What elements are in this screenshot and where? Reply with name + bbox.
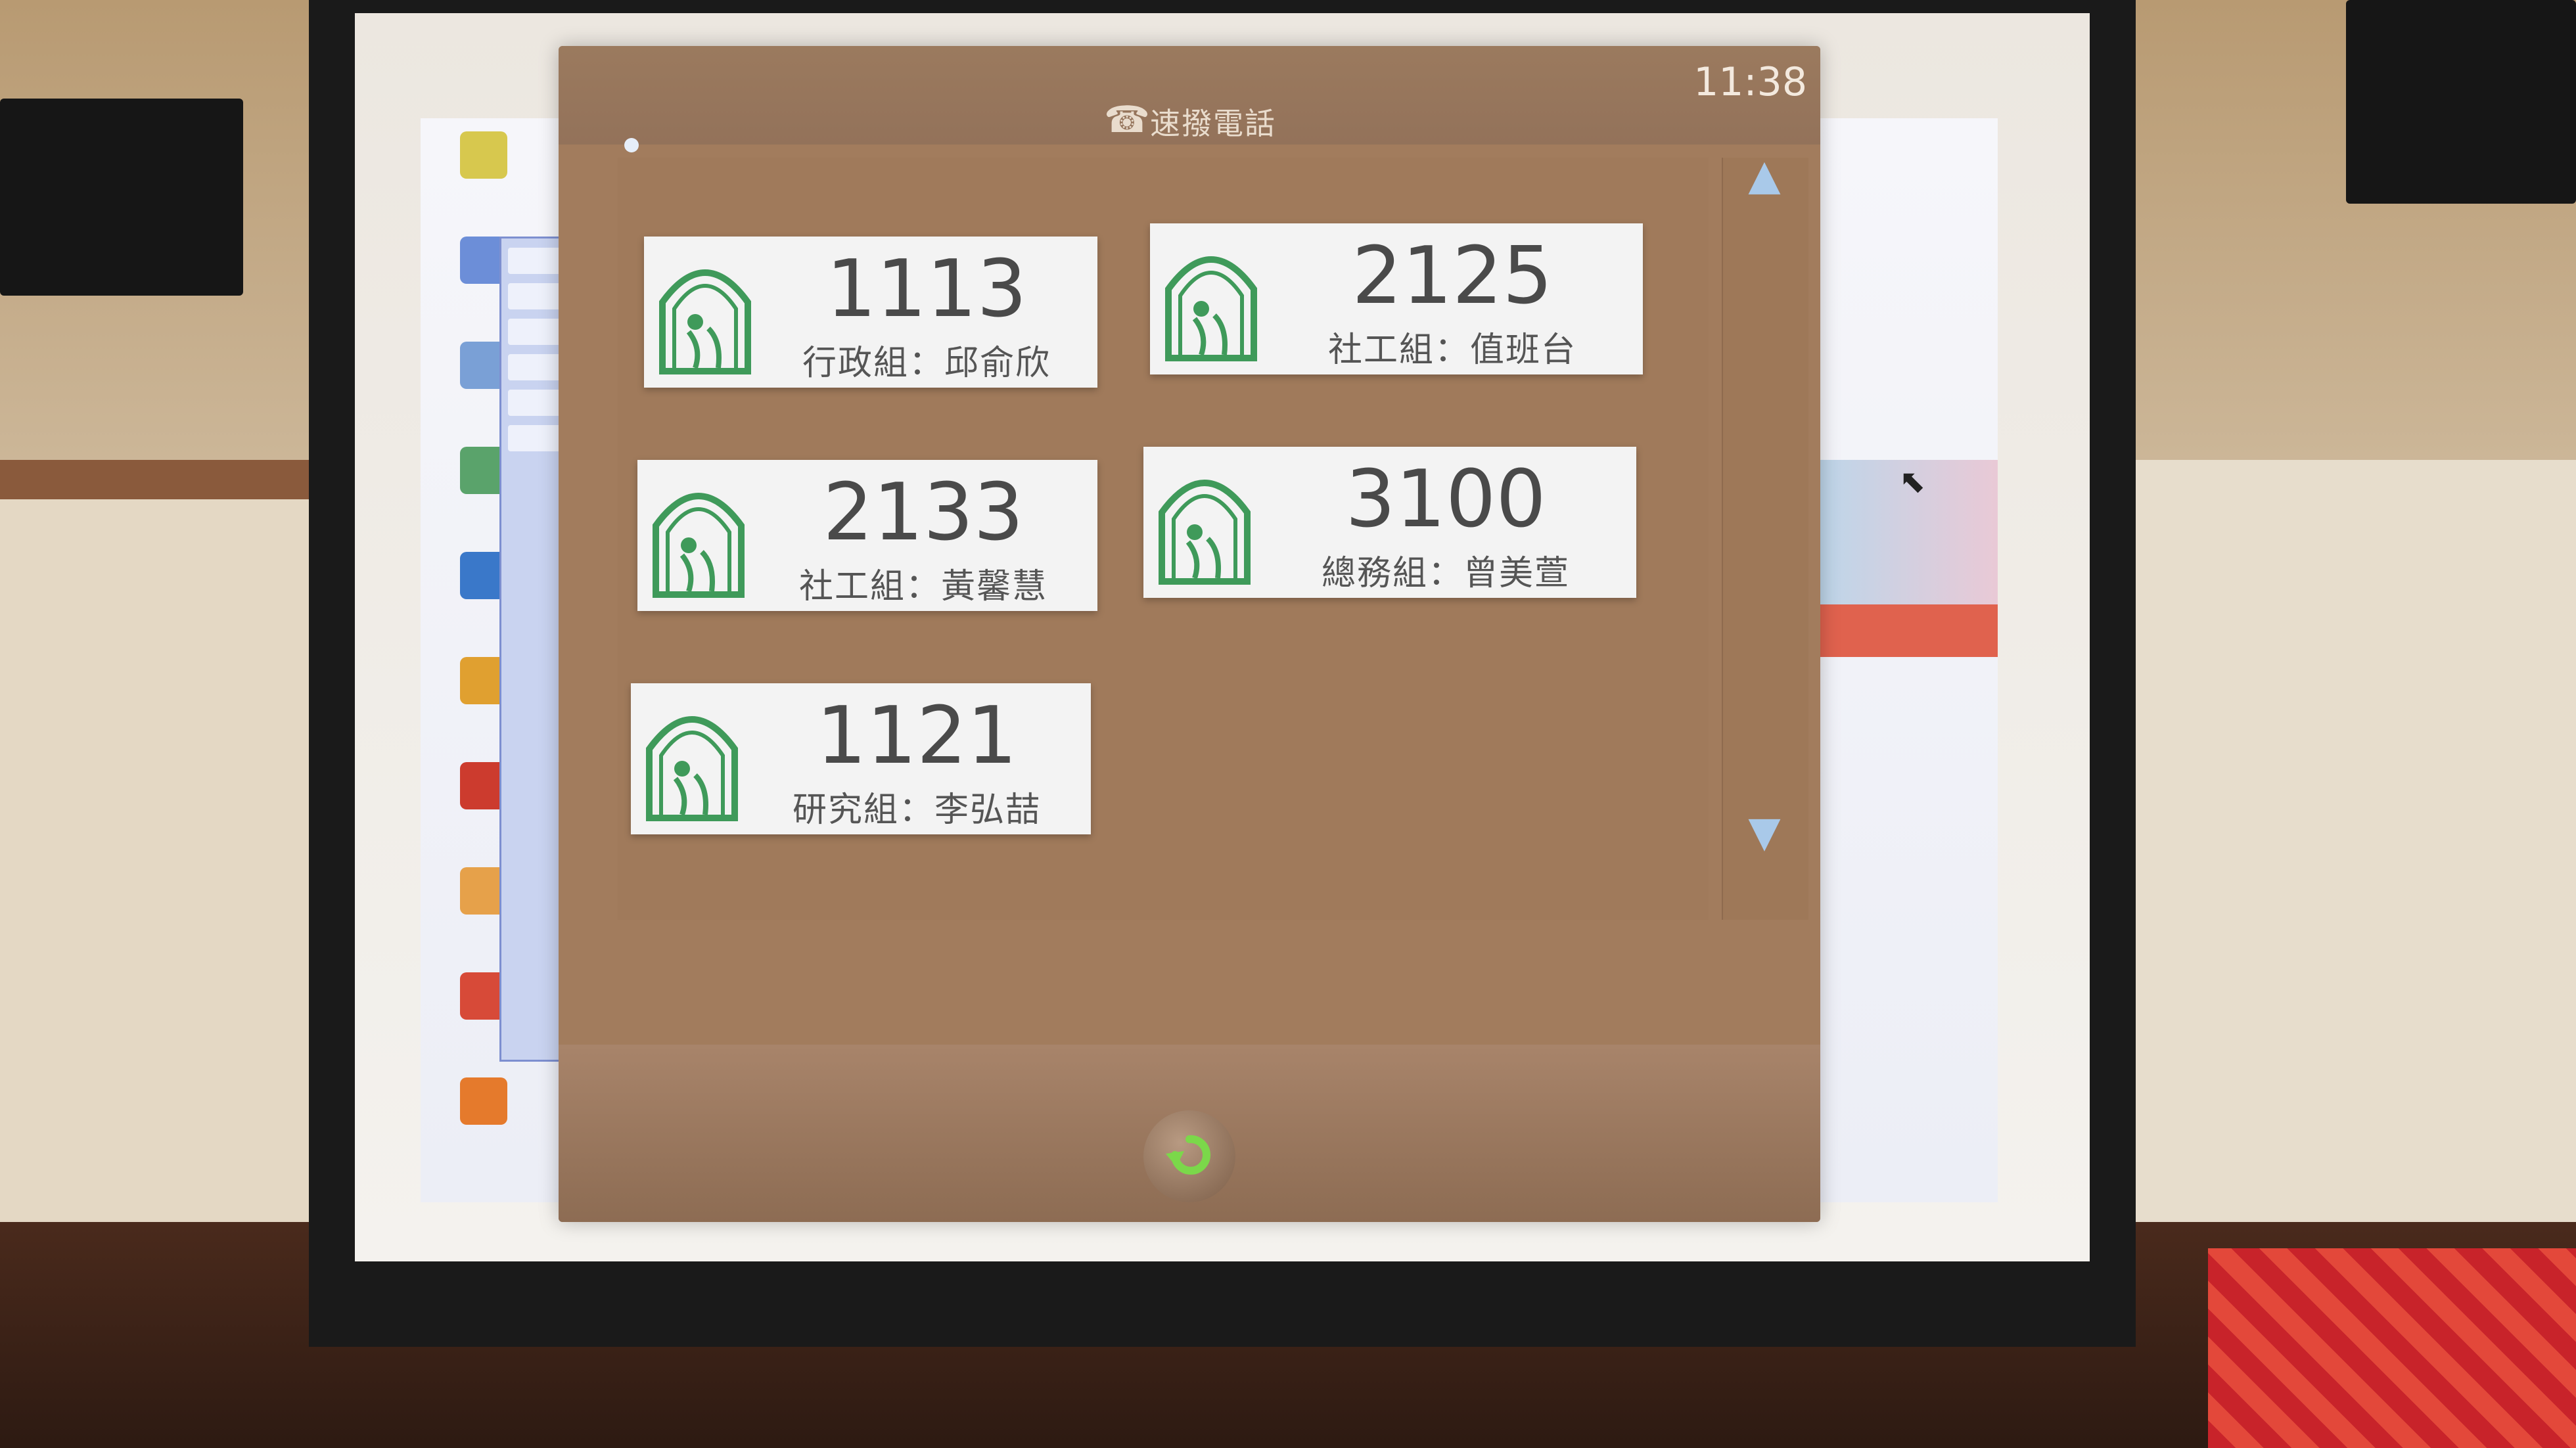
wall-panel-left bbox=[0, 499, 342, 1222]
contact-grid: 1113 行政組：邱俞欣 2125 社工組：值班台 2133 社工組：黃馨慧 3… bbox=[618, 158, 1709, 920]
green-arch-logo-icon bbox=[646, 716, 738, 821]
extension-number: 1121 bbox=[816, 690, 1017, 782]
desktop-icon[interactable] bbox=[460, 131, 507, 179]
contact-name: 總務組：曾美萱 bbox=[1321, 554, 1570, 593]
extension-number: 3100 bbox=[1345, 454, 1546, 545]
contact-name: 社工組：值班台 bbox=[1327, 330, 1576, 370]
wall-panel-right bbox=[2103, 460, 2576, 1235]
clock: 11:38 bbox=[1693, 59, 1807, 105]
back-button[interactable] bbox=[1143, 1110, 1235, 1202]
red-tablecloth bbox=[2208, 1248, 2576, 1448]
green-arch-logo-icon bbox=[653, 493, 745, 598]
contact-card-1121[interactable]: 1121 研究組：李弘喆 bbox=[631, 683, 1091, 834]
extension-number: 2125 bbox=[1352, 231, 1553, 322]
background-artwork-stripe bbox=[1814, 604, 1998, 657]
triangle-up-icon[interactable]: ▲ bbox=[1735, 151, 1794, 200]
contact-name: 研究組：李弘喆 bbox=[792, 790, 1041, 830]
extension-number: 1113 bbox=[826, 244, 1027, 335]
triangle-down-icon[interactable]: ▼ bbox=[1735, 808, 1794, 857]
speaker-left bbox=[0, 99, 243, 296]
contact-card-1113[interactable]: 1113 行政組：邱俞欣 bbox=[644, 237, 1097, 388]
contact-card-2133[interactable]: 2133 社工組：黃馨慧 bbox=[637, 460, 1097, 611]
green-arch-logo-icon bbox=[659, 269, 751, 374]
extension-number: 2133 bbox=[823, 467, 1024, 558]
refresh-back-icon bbox=[1166, 1135, 1210, 1175]
contact-card-3100[interactable]: 3100 總務組：曾美萱 bbox=[1143, 447, 1636, 598]
phone-icon: ☎ bbox=[1104, 99, 1150, 141]
mouse-cursor-icon: ⬉ bbox=[1899, 463, 1926, 500]
green-arch-logo-icon bbox=[1159, 480, 1251, 585]
contact-name: 行政組：邱俞欣 bbox=[802, 344, 1051, 383]
contact-name: 社工組：黃馨慧 bbox=[798, 567, 1047, 606]
green-arch-logo-icon bbox=[1165, 256, 1257, 361]
status-dot bbox=[624, 138, 639, 152]
desktop-icon[interactable] bbox=[460, 1077, 507, 1125]
contact-card-2125[interactable]: 2125 社工組：值班台 bbox=[1150, 223, 1643, 374]
title-bar: ☎ 速撥電話 11:38 bbox=[559, 46, 1820, 145]
speed-dial-window: ☎ 速撥電話 11:38 1113 行政組：邱俞欣 2125 社工組：值班台 2… bbox=[559, 46, 1820, 1222]
scrollbar-track[interactable] bbox=[1722, 158, 1808, 920]
speaker-right bbox=[2346, 0, 2576, 204]
window-title: 速撥電話 bbox=[1150, 106, 1276, 141]
